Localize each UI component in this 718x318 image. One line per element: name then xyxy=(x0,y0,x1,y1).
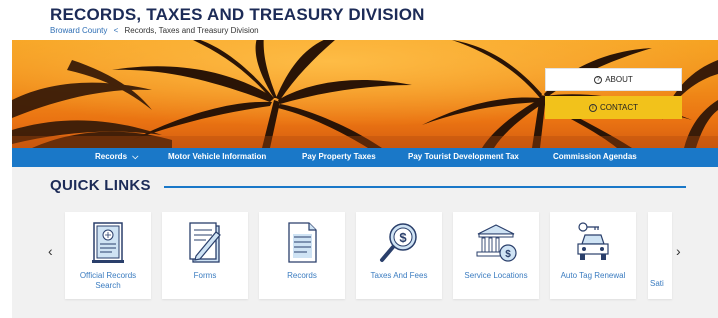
records-doc-icon xyxy=(288,222,317,263)
quick-link-card-auto-tag-renewal[interactable]: Auto Tag Renewal xyxy=(550,212,636,299)
carousel-prev-arrow[interactable]: ‹ xyxy=(48,243,53,259)
svg-text:$: $ xyxy=(505,249,511,260)
nav-item-motor-vehicle[interactable]: Motor Vehicle Information xyxy=(168,152,266,161)
nav-item-pay-tourist-tax[interactable]: Pay Tourist Development Tax xyxy=(408,152,519,161)
breadcrumb-home-link[interactable]: Broward County xyxy=(50,26,107,35)
about-button[interactable]: ? ABOUT xyxy=(545,68,682,91)
page-header: RECORDS, TAXES AND TREASURY DIVISION Bro… xyxy=(0,0,718,40)
info-circle-icon: i xyxy=(588,103,597,112)
nav-item-commission-agendas[interactable]: Commission Agendas xyxy=(553,152,637,161)
nav-item-records-label: Records xyxy=(95,152,128,161)
hero-banner: ? ABOUT i CONTACT xyxy=(12,40,718,148)
dollar-magnifier-icon: $ xyxy=(380,223,417,262)
document-seal-icon xyxy=(92,222,124,263)
quick-link-card-forms[interactable]: Forms xyxy=(162,212,248,299)
nav-item-pay-property-taxes[interactable]: Pay Property Taxes xyxy=(302,152,376,161)
page-title: RECORDS, TAXES AND TREASURY DIVISION xyxy=(50,5,425,24)
quick-links-title: QUICK LINKS xyxy=(50,177,151,194)
quick-link-card-service-locations[interactable]: $ Service Locations xyxy=(453,212,539,299)
quick-link-label: Official Records Search xyxy=(79,271,137,290)
contact-label: CONTACT xyxy=(599,103,639,112)
quick-link-label: Service Locations xyxy=(464,271,528,280)
question-circle-icon: ? xyxy=(594,75,603,84)
section-divider xyxy=(164,186,686,188)
quick-link-label: Taxes And Fees xyxy=(370,271,428,280)
breadcrumb: Broward County < Records, Taxes and Trea… xyxy=(50,26,259,35)
chevron-down-icon: ⌵ xyxy=(132,152,139,161)
forms-pen-icon xyxy=(189,222,221,263)
quick-link-card-official-records[interactable]: Official Records Search xyxy=(65,212,151,299)
breadcrumb-current: Records, Taxes and Treasury Division xyxy=(124,26,259,35)
quick-link-card-records[interactable]: Records xyxy=(259,212,345,299)
main-nav: Records ⌵ Motor Vehicle Information Pay … xyxy=(12,148,718,167)
contact-button[interactable]: i CONTACT xyxy=(545,96,682,119)
svg-text:$: $ xyxy=(399,230,407,245)
quick-links-section: QUICK LINKS ‹ › Official Records Search xyxy=(12,167,718,318)
quick-link-label: Sati xyxy=(650,279,664,288)
quick-link-label: Records xyxy=(287,271,317,280)
palm-silhouette-image xyxy=(12,40,718,148)
about-label: ABOUT xyxy=(605,75,633,84)
carousel-next-arrow[interactable]: › xyxy=(676,243,681,259)
quick-link-card-taxes-fees[interactable]: $ Taxes And Fees xyxy=(356,212,442,299)
breadcrumb-separator: < xyxy=(113,26,119,35)
car-key-icon xyxy=(577,222,609,260)
quick-link-label: Auto Tag Renewal xyxy=(560,271,626,280)
nav-item-records[interactable]: Records ⌵ xyxy=(95,152,138,162)
quick-link-label: Forms xyxy=(193,271,217,280)
quick-link-card-partial[interactable]: Sati xyxy=(648,212,672,299)
bank-building-icon: $ xyxy=(476,224,517,262)
